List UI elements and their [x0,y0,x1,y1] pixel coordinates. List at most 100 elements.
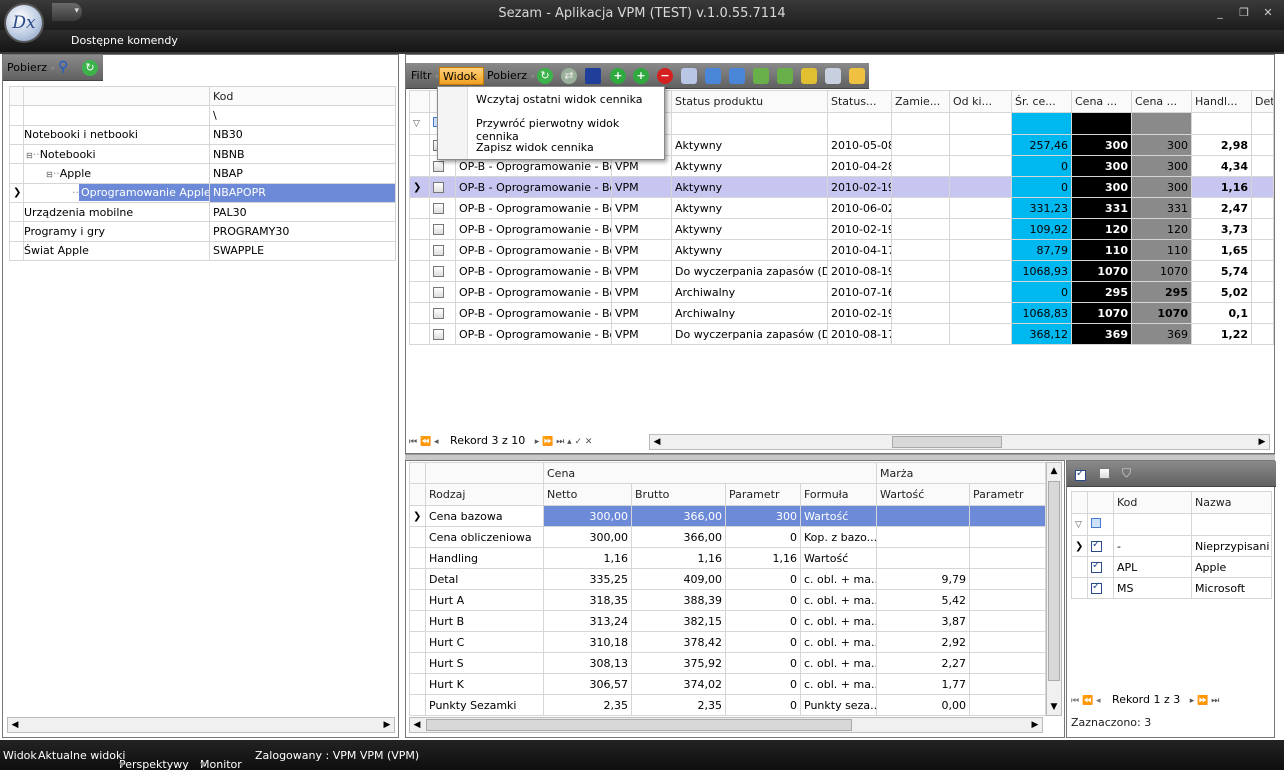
menu-item-restore-view[interactable]: Przywróć pierwotny widok cennika [476,117,664,143]
product-row[interactable]: OP-B - Oprogramowanie - BoxyVPMArchiwaln… [409,281,1274,303]
vendor-checkbox[interactable] [1091,539,1102,552]
vertical-scrollbar[interactable]: ▲ ▼ [1046,462,1062,716]
view-button[interactable]: Widok ▾ [439,67,484,100]
tree-row[interactable]: Notebooki i netbooki NB30 [9,124,396,145]
vendor-checkbox[interactable] [1091,581,1102,594]
column-header[interactable]: Śr. ce... [1011,90,1072,113]
collapse-icon[interactable]: ⊟ [46,170,53,179]
vendor-checkbox-cell[interactable] [1087,556,1114,578]
select-all-checkbox[interactable] [1075,468,1086,481]
column-header[interactable]: Formuła [799,483,878,506]
app-logo[interactable]: Dx [4,3,44,43]
filter-icon[interactable]: ▽ [409,112,430,135]
column-header[interactable]: Netto [543,483,632,506]
vendor-checkbox[interactable] [1091,560,1102,573]
row-checkbox[interactable] [433,287,444,298]
minimize-icon[interactable]: _ [1212,6,1228,20]
collapse-icon[interactable]: ⊟ [26,151,33,160]
product-row[interactable]: OP-B - Oprogramowanie - BoxyVPMAktywny20… [409,197,1274,219]
scroll-thumb[interactable] [1048,481,1060,681]
column-header-code[interactable]: Kod [209,85,396,107]
column-header[interactable]: Brutto [631,483,726,506]
row-checkbox[interactable] [433,266,444,277]
tree-row[interactable]: ⊟··Notebooki NBNB [9,143,396,165]
row-checkbox[interactable] [433,245,444,256]
mail-icon[interactable] [825,68,841,84]
add-icon[interactable]: + [610,68,626,84]
column-header[interactable]: Cena ... [1071,90,1132,113]
tree-row[interactable]: ⊟··Apple NBAP [9,163,396,184]
product-row[interactable]: OP-B - Oprogramowanie - BoxyVPMArchiwaln… [409,302,1274,324]
vendor-checkbox-cell[interactable] [1087,535,1114,557]
price-level-row[interactable]: Hurt S 308,13 375,92 0 c. obl. + ma... 2,27 [409,652,1047,674]
row-checkbox[interactable] [433,203,444,214]
folder-icon[interactable] [849,68,865,84]
scroll-right-icon[interactable]: ▶ [1255,436,1269,448]
row-checkbox-cell[interactable] [429,176,456,198]
quick-access-chevron-icon[interactable]: ▾ [52,3,82,21]
filter-button[interactable]: Filtr ▾ [408,67,442,85]
row-checkbox[interactable] [433,182,444,193]
product-row[interactable]: OP-B - Oprogramowanie - BoxyVPMAktywny20… [409,218,1274,240]
tree-row[interactable]: ❯··Oprogramowanie Apple ...NBAPOPR [9,182,396,203]
row-checkbox[interactable] [433,308,444,319]
column-header[interactable]: Status produktu [671,90,828,113]
row-checkbox-cell[interactable] [429,197,456,219]
price-level-row[interactable]: Hurt B 313,24 382,15 0 c. obl. + ma... 3,87 [409,610,1047,632]
filter-select-icon[interactable] [1091,518,1101,528]
search-icon[interactable]: ⚲ [58,59,68,75]
status-view-menu[interactable]: Widok [3,749,37,762]
scroll-left-icon[interactable]: ◀ [650,436,664,448]
row-checkbox[interactable] [433,329,444,340]
new-item-icon[interactable] [801,68,817,84]
pager-first-icon[interactable]: ⏮ ⏪ ◂ [409,437,439,447]
scroll-thumb[interactable] [426,719,852,731]
row-checkbox-cell[interactable] [429,302,456,324]
delete-icon[interactable]: − [657,68,673,84]
scroll-right-icon[interactable]: ▶ [380,719,394,731]
column-header[interactable]: Nazwa [1191,491,1272,514]
status-current-views[interactable]: Aktualne widoki [38,749,125,762]
vendor-row[interactable]: ❯ -Nieprzypisani [1071,535,1272,557]
scroll-left-icon[interactable]: ◀ [410,719,424,731]
group-move-icon[interactable] [777,68,793,84]
menu-item-load-last-view[interactable]: Wczytaj ostatni widok cennika [476,93,643,106]
close-icon[interactable]: ✕ [1260,6,1276,20]
product-row[interactable]: ❯ OP-B - Oprogramowanie - BoxyVPMAktywny2… [409,176,1274,198]
column-header[interactable]: Od ki... [949,90,1012,113]
vendor-row[interactable]: APLApple [1071,556,1272,578]
scroll-down-icon[interactable]: ▼ [1047,701,1061,713]
tree-row[interactable]: Świat Apple SWAPPLE [9,240,396,262]
column-header[interactable]: Handl... [1191,90,1252,113]
horizontal-scrollbar[interactable]: ◀ ▶ [409,717,1043,733]
price-level-row[interactable]: Detal 335,25 409,00 0 c. obl. + ma... 9,79 [409,568,1047,590]
scan-icon[interactable] [681,68,697,84]
price-level-row[interactable]: Hurt K 306,57 374,02 0 c. obl. + ma... 1,77 [409,673,1047,695]
row-checkbox-cell[interactable] [429,218,456,240]
product-row[interactable]: OP-B - Oprogramowanie - BoxyVPMDo wyczer… [409,260,1274,282]
row-checkbox-cell[interactable] [429,239,456,261]
vendor-checkbox-cell[interactable] [1087,577,1114,599]
column-header[interactable]: Rodzaj [425,483,544,506]
vendor-row[interactable]: MSMicrosoft [1071,577,1272,599]
price-level-row[interactable]: Hurt C 310,18 378,42 0 c. obl. + ma... 2,92 [409,631,1047,653]
product-row[interactable]: OP-B - Oprogramowanie - BoxyVPMAktywny20… [409,239,1274,261]
add-copy-icon[interactable]: + [633,68,649,84]
column-header[interactable]: Kod [1113,491,1192,514]
column-header[interactable]: Parametr [725,483,801,506]
column-header[interactable]: Zamie... [891,90,950,113]
group-icon[interactable] [753,68,769,84]
row-checkbox-cell[interactable] [429,323,456,345]
horizontal-scrollbar[interactable]: ◀ ▶ [7,717,395,733]
column-header[interactable]: Status... [827,90,892,113]
refresh-icon[interactable]: ↻ [82,60,98,76]
tree-row[interactable]: Urządzenia mobilne PAL30 [9,201,396,223]
column-header[interactable]: Cena ... [1131,90,1192,113]
product-row[interactable]: OP-B - Oprogramowanie - BoxyVPMDo wyczer… [409,323,1274,345]
horizontal-scrollbar[interactable]: ◀ ▶ [649,434,1270,450]
scroll-right-icon[interactable]: ▶ [1028,719,1042,731]
pager-first-icon[interactable]: ⏮ ⏪ ◂ [1071,696,1101,706]
save-icon[interactable] [585,68,601,84]
available-commands-menu[interactable]: Dostępne komendy [71,34,178,47]
scroll-up-icon[interactable]: ▲ [1047,465,1061,477]
